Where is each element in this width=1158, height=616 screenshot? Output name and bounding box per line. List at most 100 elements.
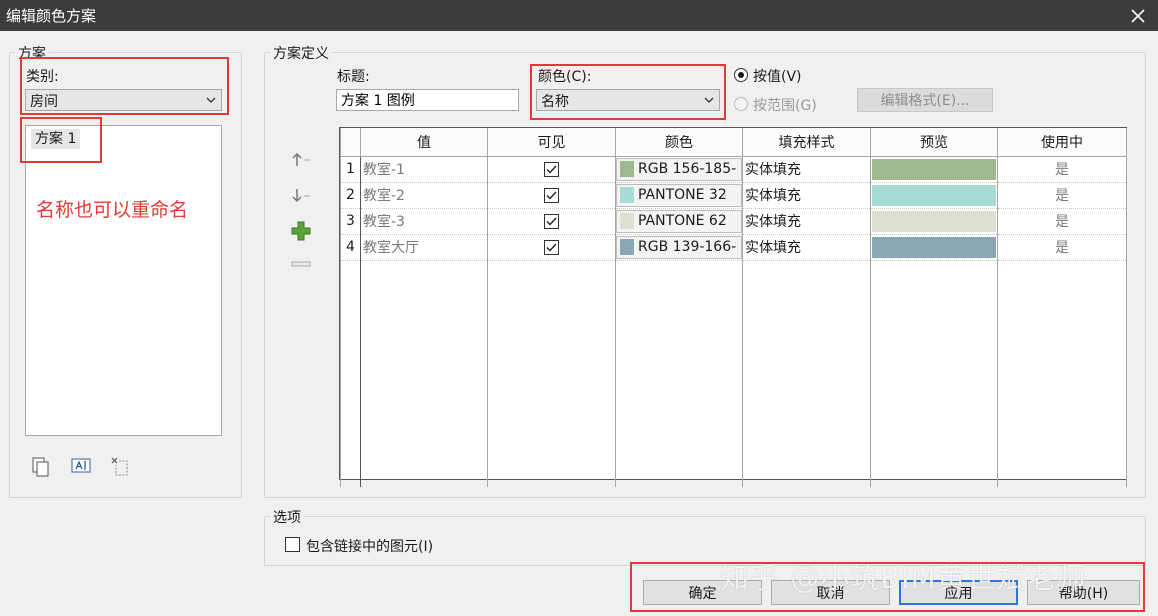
scheme-list-item-label: 方案 1 xyxy=(35,131,77,147)
minus-icon xyxy=(291,261,311,267)
checkmark-icon xyxy=(546,165,557,174)
visible-checkbox[interactable] xyxy=(544,213,559,229)
visible-checkbox[interactable] xyxy=(544,161,559,177)
visible-checkbox[interactable] xyxy=(544,239,559,255)
row-number: 1 xyxy=(340,156,361,183)
column-header-fill-pattern[interactable]: 填充样式 xyxy=(742,128,871,157)
checkmark-icon xyxy=(546,243,557,252)
chevron-down-icon xyxy=(704,97,714,103)
table-row[interactable]: 4 教室大厅 RGB 139-166- 实体填充 是 xyxy=(340,234,1127,261)
column-header-preview[interactable]: 预览 xyxy=(870,128,998,157)
column-header-value[interactable]: 值 xyxy=(360,128,488,157)
empty-table-area xyxy=(340,260,1127,487)
color-swatch xyxy=(620,161,634,177)
definition-group-label: 方案定义 xyxy=(270,43,332,63)
visible-cell xyxy=(487,182,616,209)
column-header-visible[interactable]: 可见 xyxy=(487,128,616,157)
color-parameter-value: 名称 xyxy=(541,94,569,110)
fill-pattern-cell[interactable]: 实体填充 xyxy=(742,234,871,261)
value-cell[interactable]: 教室-1 xyxy=(360,156,488,183)
category-select-value: 房间 xyxy=(30,94,58,110)
empty-cell xyxy=(487,260,616,487)
category-select[interactable]: 房间 xyxy=(25,89,222,111)
color-button[interactable]: RGB 156-185- xyxy=(616,157,742,181)
color-swatch xyxy=(620,239,634,255)
column-header-color[interactable]: 颜色 xyxy=(615,128,743,157)
color-parameter-select[interactable]: 名称 xyxy=(536,89,720,111)
color-button[interactable]: PANTONE 62 xyxy=(616,209,742,233)
color-swatch xyxy=(620,187,634,203)
empty-cell xyxy=(340,260,361,487)
rename-icon xyxy=(71,458,91,473)
color-label: 颜色(C): xyxy=(538,69,592,85)
fill-pattern-cell[interactable]: 实体填充 xyxy=(742,156,871,183)
value-cell[interactable]: 教室-2 xyxy=(360,182,488,209)
duplicate-scheme-button[interactable] xyxy=(30,455,52,477)
preview-cell xyxy=(870,156,998,183)
legend-title-input[interactable] xyxy=(336,89,519,111)
scheme-group-label: 方案 xyxy=(15,43,49,63)
preview-swatch xyxy=(872,210,996,232)
color-swatch xyxy=(620,213,634,229)
visible-cell xyxy=(487,156,616,183)
preview-cell xyxy=(870,234,998,261)
value-cell[interactable]: 教室-3 xyxy=(360,208,488,235)
include-linked-checkbox[interactable] xyxy=(285,537,300,552)
in-use-cell: 是 xyxy=(997,182,1127,209)
color-text: PANTONE 62 xyxy=(638,213,727,229)
in-use-cell: 是 xyxy=(997,156,1127,183)
arrow-down-icon xyxy=(292,189,310,203)
color-cell: PANTONE 62 xyxy=(615,208,743,235)
window-title: 编辑颜色方案 xyxy=(6,7,97,25)
category-label: 类别: xyxy=(26,69,59,85)
table-row[interactable]: 3 教室-3 PANTONE 62 实体填充 是 xyxy=(340,208,1127,235)
ok-label: 确定 xyxy=(688,585,717,602)
table-row[interactable]: 2 教室-2 PANTONE 32 实体填充 是 xyxy=(340,182,1127,209)
duplicate-icon xyxy=(32,457,49,477)
in-use-cell: 是 xyxy=(997,234,1127,261)
watermark-text: 知乎 @小筑BIM黄世斌老师 xyxy=(720,561,1087,595)
color-button[interactable]: PANTONE 32 xyxy=(616,183,742,207)
color-button[interactable]: RGB 139-166- xyxy=(616,235,742,259)
fill-pattern-cell[interactable]: 实体填充 xyxy=(742,208,871,235)
move-up-button[interactable] xyxy=(290,150,312,170)
delete-icon xyxy=(111,457,128,476)
options-group-label: 选项 xyxy=(270,507,304,527)
column-header-in-use[interactable]: 使用中 xyxy=(997,128,1127,157)
scheme-list[interactable]: 方案 1 xyxy=(25,125,222,436)
preview-swatch xyxy=(872,184,996,206)
add-value-button[interactable] xyxy=(290,220,312,242)
by-range-label: 按范围(G) xyxy=(753,98,817,114)
visible-cell xyxy=(487,208,616,235)
visible-checkbox[interactable] xyxy=(544,187,559,203)
table-row[interactable]: 1 教室-1 RGB 156-185- 实体填充 是 xyxy=(340,156,1127,183)
edit-format-button[interactable]: 编辑格式(E)... xyxy=(857,88,993,112)
checkmark-icon xyxy=(546,217,557,226)
color-text: RGB 156-185- xyxy=(638,161,737,177)
color-scheme-table: 值 可见 颜色 填充样式 预览 使用中 1 教室-1 RGB 156-185- … xyxy=(339,127,1127,487)
row-number: 3 xyxy=(340,208,361,235)
delete-scheme-button[interactable] xyxy=(110,455,132,477)
title-bar: 编辑颜色方案 xyxy=(0,0,1158,31)
visible-cell xyxy=(487,234,616,261)
chevron-down-icon xyxy=(206,97,216,103)
close-icon xyxy=(1131,8,1145,23)
empty-cell xyxy=(742,260,871,487)
header-corner xyxy=(340,128,361,157)
by-value-radio[interactable] xyxy=(734,68,748,82)
by-range-radio[interactable] xyxy=(734,97,748,111)
fill-pattern-cell[interactable]: 实体填充 xyxy=(742,182,871,209)
edit-format-label: 编辑格式(E)... xyxy=(880,93,970,109)
color-text: RGB 139-166- xyxy=(638,239,737,255)
scheme-list-item[interactable]: 方案 1 xyxy=(31,129,81,149)
value-cell[interactable]: 教室大厅 xyxy=(360,234,488,261)
close-button[interactable] xyxy=(1118,0,1158,31)
preview-swatch xyxy=(872,158,996,180)
preview-cell xyxy=(870,208,998,235)
empty-cell xyxy=(360,260,488,487)
move-down-button[interactable] xyxy=(290,186,312,206)
remove-value-button[interactable] xyxy=(290,257,312,271)
rename-scheme-button[interactable] xyxy=(70,455,92,477)
plus-icon xyxy=(291,221,311,241)
color-cell: PANTONE 32 xyxy=(615,182,743,209)
